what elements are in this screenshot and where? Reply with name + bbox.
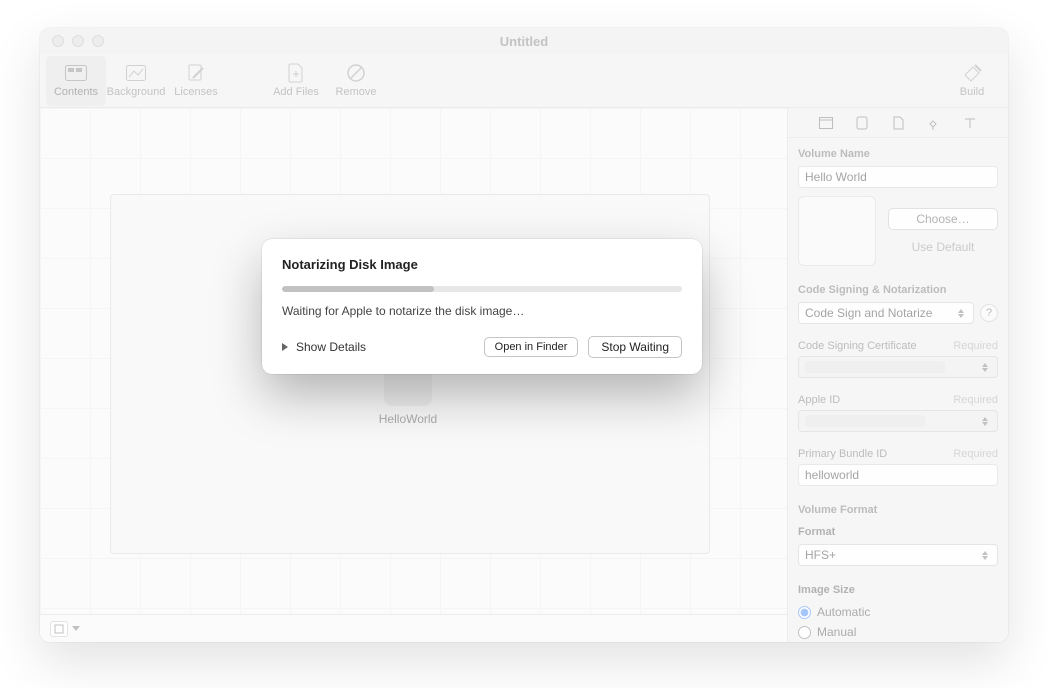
use-default-button[interactable]: Use Default: [888, 236, 998, 258]
apple-id-required: Required: [953, 394, 998, 406]
toolbar-add-files[interactable]: Add Files: [266, 56, 326, 106]
cert-required: Required: [953, 340, 998, 352]
inspector-panel: Volume Name Choose… Use Default Code Sig…: [788, 108, 1008, 642]
toolbar-contents-label: Contents: [54, 86, 98, 98]
app-icon-label: HelloWorld: [376, 412, 440, 426]
background-icon: [124, 63, 148, 83]
apple-id-label: Apple ID: [798, 394, 840, 406]
toolbar-build[interactable]: Build: [942, 56, 1002, 106]
size-manual-label: Manual: [817, 625, 856, 639]
progress-bar-fill: [282, 286, 434, 292]
stop-waiting-button[interactable]: Stop Waiting: [588, 336, 682, 358]
select-arrows-icon: [979, 414, 991, 428]
titlebar: Untitled: [40, 28, 1008, 54]
code-sign-select[interactable]: Code Sign and Notarize: [798, 302, 974, 324]
choose-button[interactable]: Choose…: [888, 208, 998, 230]
dropdown-caret-icon[interactable]: [72, 626, 80, 631]
tab-volume-icon[interactable]: [855, 116, 869, 130]
show-details-toggle[interactable]: Show Details: [282, 340, 366, 354]
toolbar-build-label: Build: [960, 86, 984, 98]
toolbar: Contents Background Licenses Add Files: [40, 54, 1008, 108]
size-auto-label: Automatic: [817, 605, 870, 619]
format-value: HFS+: [805, 548, 836, 562]
toolbar-licenses[interactable]: Licenses: [166, 56, 226, 106]
toolbar-contents[interactable]: Contents: [46, 56, 106, 106]
apple-id-select[interactable]: [798, 410, 998, 432]
progress-bar: [282, 286, 682, 292]
canvas-footer: [40, 614, 787, 642]
toolbar-remove-label: Remove: [336, 86, 377, 98]
inspector-tabs: [788, 108, 1008, 138]
cert-select[interactable]: [798, 356, 998, 378]
toolbar-licenses-label: Licenses: [174, 86, 217, 98]
select-arrows-icon: [979, 548, 991, 562]
open-in-finder-button[interactable]: Open in Finder: [484, 337, 579, 357]
licenses-icon: [184, 63, 208, 83]
chevron-right-icon: [282, 343, 288, 351]
bundle-id-required: Required: [953, 448, 998, 460]
contents-icon: [64, 63, 88, 83]
canvas-area[interactable]: HelloWorld: [40, 108, 788, 642]
build-icon: [960, 63, 984, 83]
tab-window-icon[interactable]: [819, 116, 833, 130]
image-size-label: Image Size: [788, 574, 1008, 602]
select-arrows-icon: [979, 360, 991, 374]
select-arrows-icon: [955, 306, 967, 320]
toolbar-background-label: Background: [107, 86, 166, 98]
help-button[interactable]: ?: [980, 304, 998, 322]
notarize-modal: Notarizing Disk Image Waiting for Apple …: [262, 239, 702, 374]
size-auto-radio[interactable]: Automatic: [798, 602, 998, 622]
code-signing-section-label: Code Signing & Notarization: [788, 274, 1008, 302]
bundle-id-input[interactable]: [798, 464, 998, 486]
volume-format-section-label: Volume Format: [788, 494, 1008, 522]
volume-name-input[interactable]: [798, 166, 998, 188]
volume-icon-well[interactable]: [798, 196, 876, 266]
view-mode-icon[interactable]: [50, 621, 68, 637]
toolbar-background[interactable]: Background: [106, 56, 166, 106]
toolbar-add-files-label: Add Files: [273, 86, 319, 98]
window-title: Untitled: [40, 34, 1008, 49]
volume-name-label: Volume Name: [788, 138, 1008, 166]
toolbar-remove[interactable]: Remove: [326, 56, 386, 106]
add-files-icon: [284, 63, 308, 83]
cert-value-redacted: [805, 361, 945, 373]
cert-label: Code Signing Certificate: [798, 340, 917, 352]
remove-icon: [344, 63, 368, 83]
apple-id-value-redacted: [805, 415, 925, 427]
code-sign-value: Code Sign and Notarize: [805, 306, 932, 320]
modal-status-text: Waiting for Apple to notarize the disk i…: [282, 304, 682, 318]
size-auto-input[interactable]: [798, 606, 811, 619]
bundle-id-label: Primary Bundle ID: [798, 448, 887, 460]
size-manual-input[interactable]: [798, 626, 811, 639]
modal-title: Notarizing Disk Image: [282, 257, 682, 272]
tab-pin-icon[interactable]: [927, 116, 941, 130]
show-details-label: Show Details: [296, 340, 366, 354]
tab-document-icon[interactable]: [891, 116, 905, 130]
format-label: Format: [788, 522, 1008, 544]
size-manual-radio[interactable]: Manual: [798, 622, 998, 642]
tab-text-icon[interactable]: [963, 116, 977, 130]
format-select[interactable]: HFS+: [798, 544, 998, 566]
